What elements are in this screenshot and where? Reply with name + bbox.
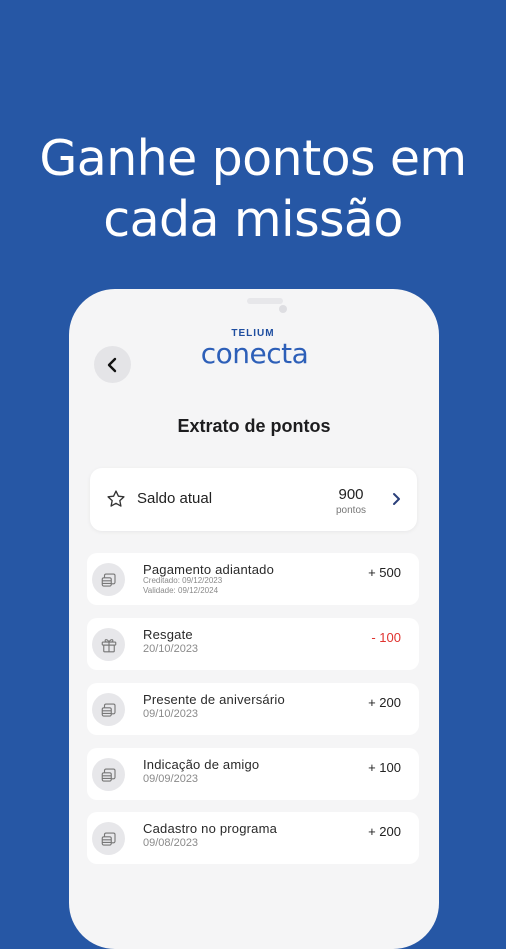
transaction-date: 09/09/2023 — [143, 773, 199, 785]
headline-line-2: cada missão — [103, 191, 403, 248]
transaction-points: - 100 — [371, 630, 401, 645]
promo-headline: Ganhe pontos em cada missão — [0, 128, 506, 250]
chevron-left-icon — [107, 357, 116, 372]
transaction-credited: Creditado: 09/12/2023 — [143, 576, 223, 585]
coins-icon — [92, 563, 125, 596]
transaction-details: Creditado: 09/12/2023 Validade: 09/12/20… — [143, 576, 222, 596]
page-title: Extrato de pontos — [177, 416, 331, 436]
transaction-date: 09/10/2023 — [143, 708, 199, 720]
transaction-validity: Validade: 09/12/2024 — [143, 586, 219, 595]
balance-label: Saldo atual — [137, 490, 213, 507]
transaction-name: Indicação de amigo — [143, 757, 260, 772]
phone-camera — [279, 305, 287, 313]
phone-notch — [173, 289, 335, 319]
transaction-row[interactable]: Pagamento adiantado Creditado: 09/12/202… — [87, 553, 419, 605]
balance-value: 900 — [338, 486, 364, 503]
transaction-row[interactable]: Indicação de amigo 09/09/2023 + 100 — [87, 748, 419, 800]
coins-icon — [92, 822, 125, 855]
coins-icon — [92, 693, 125, 726]
back-button[interactable] — [94, 346, 131, 383]
phone-speaker — [247, 298, 283, 304]
gift-icon — [92, 628, 125, 661]
coins-icon — [92, 758, 125, 791]
transaction-points: + 500 — [368, 565, 401, 580]
phone-frame: TELIUM conecta Extrato de pontos Saldo a… — [69, 289, 439, 949]
app-logo: TELIUM conecta — [197, 328, 312, 370]
transaction-name: Presente de aniversário — [143, 692, 285, 707]
transaction-row[interactable]: Cadastro no programa 09/08/2023 + 200 — [87, 812, 419, 864]
transaction-points: + 100 — [368, 760, 401, 775]
transaction-date: 20/10/2023 — [143, 643, 199, 655]
star-icon — [107, 490, 125, 507]
chevron-right-icon — [393, 493, 400, 505]
transaction-name: Pagamento adiantado — [143, 562, 275, 577]
transaction-row[interactable]: Presente de aniversário 09/10/2023 + 200 — [87, 683, 419, 735]
transaction-date: 09/08/2023 — [143, 837, 199, 849]
headline-line-1: Ganhe pontos em — [39, 130, 467, 187]
balance-card[interactable]: Saldo atual 900 pontos — [90, 468, 417, 531]
transaction-name: Resgate — [143, 627, 193, 642]
logo-brand-main: conecta — [200, 337, 309, 370]
transaction-name: Cadastro no programa — [143, 821, 278, 836]
transaction-points: + 200 — [368, 824, 401, 839]
balance-unit: pontos — [335, 505, 367, 516]
transaction-row[interactable]: Resgate 20/10/2023 - 100 — [87, 618, 419, 670]
transaction-points: + 200 — [368, 695, 401, 710]
